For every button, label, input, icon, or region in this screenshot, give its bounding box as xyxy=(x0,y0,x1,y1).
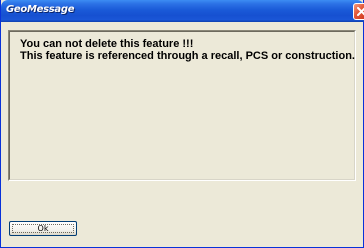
close-icon xyxy=(357,7,364,16)
message-inner-frame: You can not delete this feature !!! This… xyxy=(9,31,355,180)
window-title: GeoMessage xyxy=(6,4,75,15)
ok-button[interactable]: Ok xyxy=(9,221,77,236)
title-bar[interactable]: GeoMessage xyxy=(1,0,364,22)
ok-button-label: Ok xyxy=(37,224,49,233)
message-box: You can not delete this feature !!! This… xyxy=(8,30,356,181)
message-line-1: You can not delete this feature !!! xyxy=(20,38,194,50)
close-button[interactable] xyxy=(353,3,364,20)
geomessage-dialog: GeoMessage You can not delete this featu… xyxy=(0,0,364,248)
message-line-2: This feature is referenced through a rec… xyxy=(20,50,355,62)
